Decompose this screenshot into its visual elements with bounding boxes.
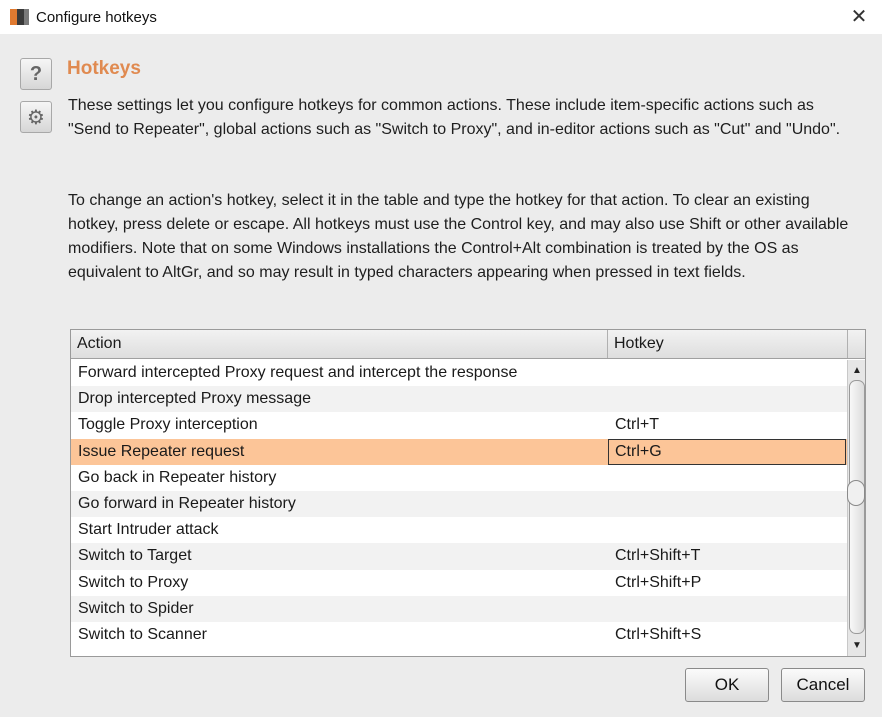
- hotkey-cell[interactable]: [615, 491, 845, 517]
- hotkeys-table: Action Hotkey Forward intercepted Proxy …: [70, 329, 866, 657]
- description-paragraph-2: To change an action's hotkey, select it …: [68, 192, 849, 281]
- vertical-scrollbar[interactable]: ▲ ▼: [847, 360, 865, 656]
- action-cell[interactable]: Toggle Proxy interception: [78, 412, 606, 438]
- column-header-hotkey[interactable]: Hotkey: [608, 330, 848, 358]
- hotkey-cell[interactable]: [615, 360, 845, 386]
- table-body: Forward intercepted Proxy request and in…: [71, 360, 847, 648]
- window-title: Configure hotkeys: [36, 8, 157, 26]
- action-cell[interactable]: Switch to Target: [78, 543, 606, 569]
- hotkey-cell[interactable]: Ctrl+Shift+S: [615, 622, 845, 648]
- table-row[interactable]: Drop intercepted Proxy message: [71, 386, 847, 413]
- scroll-down-icon[interactable]: ▼: [848, 637, 865, 655]
- hotkey-cell[interactable]: [615, 596, 845, 622]
- description-paragraph-1: These settings let you configure hotkeys…: [68, 97, 841, 138]
- column-header-action[interactable]: Action: [71, 330, 608, 358]
- action-cell[interactable]: Go back in Repeater history: [78, 465, 606, 491]
- hotkey-cell[interactable]: Ctrl+Shift+P: [615, 570, 845, 596]
- table-row[interactable]: Switch to Spider: [71, 595, 847, 622]
- table-row[interactable]: Switch to Scanner Ctrl+Shift+S: [71, 622, 847, 648]
- table-row[interactable]: Switch to Target Ctrl+Shift+T: [71, 543, 847, 570]
- ok-button[interactable]: OK: [685, 668, 769, 702]
- action-cell[interactable]: Issue Repeater request: [78, 439, 606, 465]
- hotkey-cell[interactable]: [615, 465, 845, 491]
- scrollbar-thumb[interactable]: [849, 380, 865, 634]
- table-header: Action Hotkey: [71, 330, 865, 359]
- table-row[interactable]: Go forward in Repeater history: [71, 490, 847, 518]
- action-cell[interactable]: Forward intercepted Proxy request and in…: [78, 360, 606, 386]
- burp-app-icon: [10, 8, 30, 26]
- title-bar: Configure hotkeys ✕: [0, 0, 882, 34]
- table-row[interactable]: Toggle Proxy interception Ctrl+T: [71, 412, 847, 438]
- action-cell[interactable]: Go forward in Repeater history: [78, 491, 606, 517]
- action-cell[interactable]: Switch to Scanner: [78, 622, 606, 648]
- table-row[interactable]: Forward intercepted Proxy request and in…: [71, 360, 847, 386]
- action-cell[interactable]: Drop intercepted Proxy message: [78, 386, 606, 412]
- table-row[interactable]: Issue Repeater request Ctrl+G: [71, 438, 847, 465]
- scroll-up-icon[interactable]: ▲: [848, 362, 865, 380]
- gear-icon[interactable]: ⚙: [20, 101, 52, 133]
- close-icon[interactable]: ✕: [846, 5, 872, 29]
- action-cell[interactable]: Switch to Spider: [78, 596, 606, 622]
- hotkey-cell[interactable]: Ctrl+T: [615, 412, 845, 438]
- table-row[interactable]: Switch to Proxy Ctrl+Shift+P: [71, 570, 847, 596]
- table-row[interactable]: Go back in Repeater history: [71, 465, 847, 491]
- action-cell[interactable]: Start Intruder attack: [78, 517, 606, 543]
- scrollbar-grip[interactable]: [847, 480, 865, 506]
- help-icon[interactable]: ?: [20, 58, 52, 90]
- cancel-button[interactable]: Cancel: [781, 668, 865, 702]
- hotkey-cell[interactable]: [615, 517, 845, 543]
- hotkey-cell[interactable]: Ctrl+Shift+T: [615, 543, 845, 569]
- hotkey-cell[interactable]: Ctrl+G: [615, 439, 845, 465]
- table-row[interactable]: Start Intruder attack: [71, 517, 847, 543]
- section-heading: Hotkeys: [67, 58, 141, 79]
- action-cell[interactable]: Switch to Proxy: [78, 570, 606, 596]
- hotkey-cell[interactable]: [615, 386, 845, 412]
